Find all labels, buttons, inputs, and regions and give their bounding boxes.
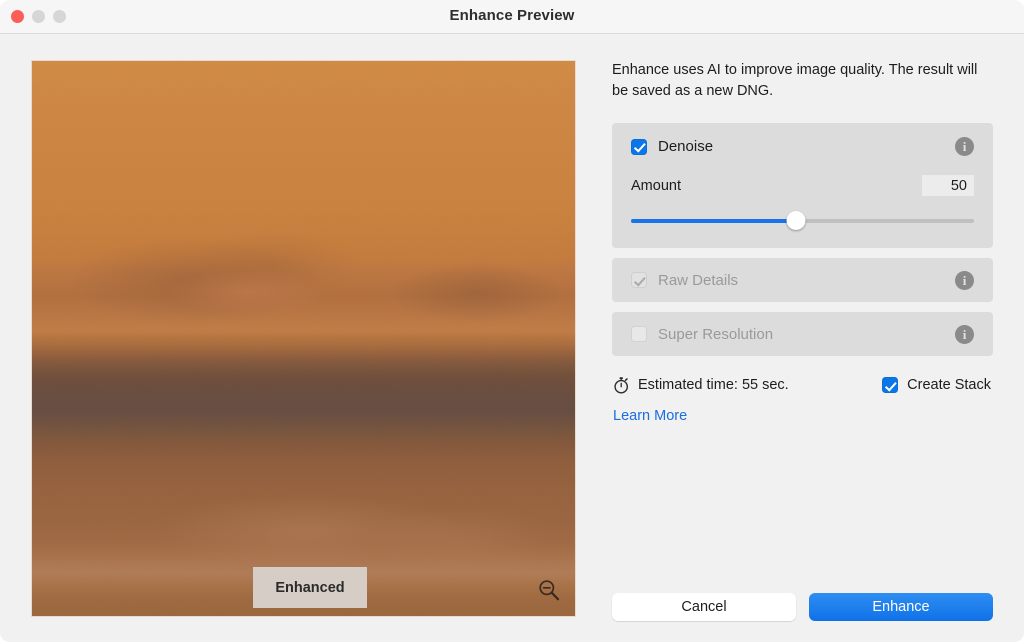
denoise-label: Denoise bbox=[658, 138, 713, 155]
dialog-footer: Cancel Enhance bbox=[612, 593, 993, 621]
denoise-header-row: Denoise i bbox=[631, 137, 974, 156]
super-resolution-row: Super Resolution i bbox=[631, 325, 974, 344]
estimated-time-text: Estimated time: 55 sec. bbox=[638, 377, 789, 393]
cancel-button[interactable]: Cancel bbox=[612, 593, 796, 621]
slider-fill bbox=[631, 219, 796, 223]
raw-details-label: Raw Details bbox=[658, 272, 738, 289]
create-stack-label: Create Stack bbox=[907, 377, 991, 393]
slider-thumb[interactable] bbox=[786, 211, 805, 230]
panel-description: Enhance uses AI to improve image quality… bbox=[612, 60, 991, 101]
denoise-amount-row: Amount 50 bbox=[631, 175, 974, 196]
estimate-row: Estimated time: 55 sec. Create Stack bbox=[612, 376, 993, 394]
option-card-denoise: Denoise i Amount 50 bbox=[612, 123, 993, 248]
enhanced-badge: Enhanced bbox=[253, 567, 367, 608]
zoom-out-magnifier-icon[interactable] bbox=[537, 578, 561, 602]
denoise-amount-value[interactable]: 50 bbox=[922, 175, 974, 196]
raw-details-toggle-group: Raw Details bbox=[631, 272, 738, 289]
learn-more-link[interactable]: Learn More bbox=[613, 408, 687, 424]
denoise-amount-slider[interactable] bbox=[631, 212, 974, 230]
estimate-group: Estimated time: 55 sec. bbox=[613, 376, 789, 394]
super-resolution-toggle-group: Super Resolution bbox=[631, 326, 773, 343]
enhance-button[interactable]: Enhance bbox=[809, 593, 993, 621]
photo-cloud-shape bbox=[362, 243, 576, 343]
content-area: Enhanced Enhance uses AI to improve imag… bbox=[0, 34, 1024, 642]
stopwatch-icon bbox=[613, 376, 630, 394]
denoise-checkbox[interactable] bbox=[631, 139, 647, 155]
option-card-raw-details: Raw Details i bbox=[612, 258, 993, 302]
super-resolution-info-icon[interactable]: i bbox=[955, 325, 974, 344]
option-card-super-resolution: Super Resolution i bbox=[612, 312, 993, 356]
title-bar: Enhance Preview bbox=[0, 0, 1024, 34]
photo-cloud-shape bbox=[137, 257, 357, 327]
window-title: Enhance Preview bbox=[0, 7, 1024, 24]
denoise-toggle-group[interactable]: Denoise bbox=[631, 138, 713, 155]
enhanced-badge-label: Enhanced bbox=[275, 580, 344, 596]
create-stack-checkbox[interactable] bbox=[882, 377, 898, 393]
create-stack-group[interactable]: Create Stack bbox=[882, 377, 991, 393]
image-preview[interactable]: Enhanced bbox=[31, 60, 576, 617]
settings-panel: Enhance uses AI to improve image quality… bbox=[612, 60, 993, 425]
denoise-amount-label: Amount bbox=[631, 178, 681, 194]
super-resolution-checkbox bbox=[631, 326, 647, 342]
photo-dark-band bbox=[32, 333, 575, 429]
denoise-info-icon[interactable]: i bbox=[955, 137, 974, 156]
super-resolution-label: Super Resolution bbox=[658, 326, 773, 343]
raw-details-row: Raw Details i bbox=[631, 271, 974, 290]
raw-details-checkbox bbox=[631, 272, 647, 288]
enhance-preview-window: Enhance Preview Enhanced Enhanc bbox=[0, 0, 1024, 642]
raw-details-info-icon[interactable]: i bbox=[955, 271, 974, 290]
